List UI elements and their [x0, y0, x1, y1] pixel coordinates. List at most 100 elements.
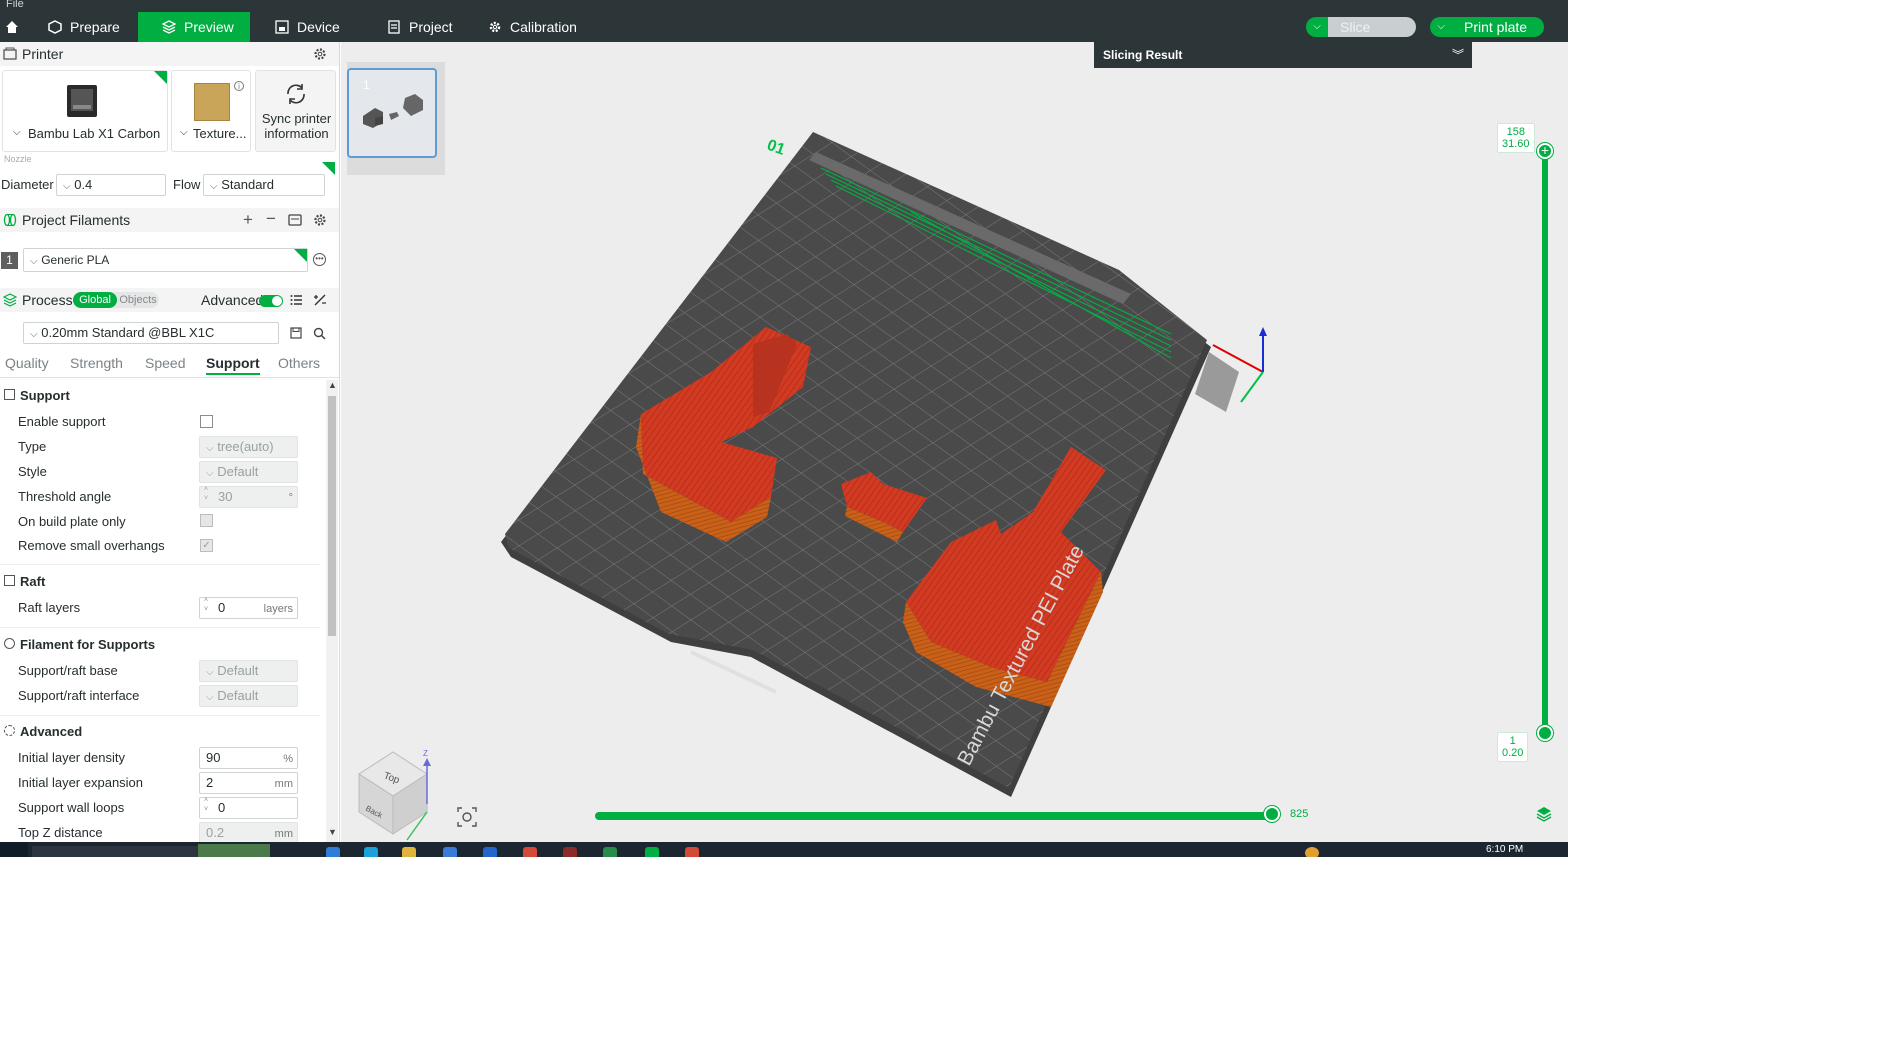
- tab-preview[interactable]: Preview: [138, 12, 250, 42]
- list-icon[interactable]: [290, 294, 303, 306]
- tab-quality[interactable]: Quality: [5, 355, 49, 371]
- tab-strength[interactable]: Strength: [70, 355, 123, 371]
- plate-type-selector[interactable]: i ⌵ Texture...: [171, 70, 251, 152]
- chevron-down-icon[interactable]: ⌵: [1430, 17, 1452, 37]
- tab-project[interactable]: Project: [377, 12, 477, 42]
- filament-select[interactable]: ⌵ Generic PLA: [23, 248, 308, 272]
- tab-label: Calibration: [510, 19, 577, 35]
- save-icon[interactable]: [290, 327, 302, 339]
- camera-reset-icon[interactable]: [456, 806, 478, 828]
- chevron-down-icon: ⌵: [30, 329, 38, 340]
- raft-layers-input[interactable]: ˄ ˅ 0 layers: [199, 597, 298, 619]
- layer-slider-track[interactable]: [1542, 149, 1548, 734]
- layer-top-readout: 158 31.60: [1497, 123, 1535, 153]
- tab-device[interactable]: Device: [265, 12, 365, 42]
- initial-layer-density-input[interactable]: 90 %: [199, 747, 298, 769]
- search-icon[interactable]: [313, 327, 326, 340]
- app-icon[interactable]: [685, 847, 699, 857]
- sync-label: Sync printer information: [261, 111, 332, 141]
- tab-label: Prepare: [70, 19, 120, 35]
- top-z-distance-input[interactable]: 0.2 mm: [199, 822, 298, 842]
- chevron-down-icon[interactable]: ⌵: [1306, 17, 1328, 37]
- weather-icon: [1305, 847, 1319, 857]
- edge-icon[interactable]: [364, 847, 378, 857]
- enable-support-label: Enable support: [18, 414, 106, 429]
- remove-icon[interactable]: −: [266, 207, 276, 231]
- tab-speed[interactable]: Speed: [145, 355, 185, 371]
- flow-select[interactable]: ⌵ Standard: [203, 174, 325, 196]
- support-base-value: Default: [217, 663, 259, 678]
- advanced-label: Advanced: [201, 292, 264, 308]
- threshold-angle-input[interactable]: ˄ ˅ 30 °: [199, 486, 298, 508]
- scrollbar-thumb[interactable]: [328, 396, 336, 636]
- layer-slider-top-handle[interactable]: +: [1537, 143, 1553, 159]
- support-wall-loops-input[interactable]: ˄ ˅ 0: [199, 797, 298, 819]
- spinner-icon[interactable]: ˄ ˅: [204, 796, 208, 814]
- printer-selector[interactable]: ⌵ Bambu Lab X1 Carbon: [2, 70, 168, 152]
- home-button[interactable]: [0, 12, 22, 42]
- left-sidebar: Printer ⌵ Bambu Lab X1 Carbon i ⌵ Textur…: [0, 42, 340, 842]
- more-icon[interactable]: •••: [313, 253, 326, 266]
- expand-icon[interactable]: ︾: [1452, 42, 1464, 68]
- support-type-select[interactable]: ⌵ tree(auto): [199, 436, 298, 458]
- layer-slider-bottom-handle[interactable]: [1537, 725, 1553, 741]
- slicing-result-panel[interactable]: Slicing Result ︾: [1094, 42, 1472, 68]
- objects-option[interactable]: Objects: [119, 292, 157, 308]
- compare-icon[interactable]: [313, 293, 327, 307]
- sync-printer-button[interactable]: Sync printer information: [255, 70, 336, 152]
- filament-settings-icon[interactable]: [288, 213, 302, 227]
- plate-thumbnail[interactable]: 1: [347, 68, 437, 158]
- remove-small-overhangs-checkbox[interactable]: ✓: [200, 539, 213, 552]
- scroll-up-icon[interactable]: ▲: [328, 380, 337, 390]
- chevron-down-icon: ⌵: [206, 667, 214, 678]
- chrome-icon[interactable]: [523, 847, 537, 857]
- tab-prepare[interactable]: Prepare: [38, 12, 138, 42]
- support-interface-select[interactable]: ⌵ Default: [199, 685, 298, 707]
- add-icon[interactable]: +: [243, 208, 253, 232]
- scroll-down-icon[interactable]: ▼: [328, 827, 337, 837]
- diameter-select[interactable]: ⌵ 0.4: [56, 174, 166, 196]
- app-icon[interactable]: [326, 847, 340, 857]
- taskbar-widget-image: [198, 844, 270, 857]
- chevron-down-icon: ⌵: [63, 181, 71, 192]
- process-preset-select[interactable]: ⌵ 0.20mm Standard @BBL X1C: [23, 322, 279, 344]
- slice-plate-button[interactable]: ⌵ Slice plate: [1306, 17, 1416, 55]
- divider: [0, 377, 339, 378]
- app-icon[interactable]: [603, 847, 617, 857]
- tab-others[interactable]: Others: [278, 355, 320, 371]
- advanced-toggle[interactable]: [259, 295, 283, 307]
- taskbar-search-box[interactable]: [32, 846, 198, 857]
- gear-icon[interactable]: [313, 47, 327, 61]
- print-plate-button[interactable]: ⌵ Print plate: [1430, 17, 1544, 37]
- bambu-studio-taskbar-icon[interactable]: [645, 847, 659, 857]
- spinner-icon[interactable]: ˄ ˅: [204, 596, 208, 614]
- process-icon: [3, 293, 17, 307]
- enable-support-checkbox[interactable]: [200, 415, 213, 428]
- view-cube[interactable]: Top Back Z: [353, 742, 438, 842]
- build-plate-only-checkbox[interactable]: [200, 514, 213, 527]
- support-style-select[interactable]: ⌵ Default: [199, 461, 298, 483]
- start-button[interactable]: [0, 842, 28, 857]
- folder-icon[interactable]: [402, 847, 416, 857]
- move-slider-track[interactable]: [595, 812, 1273, 820]
- tab-calibration[interactable]: Calibration: [478, 12, 588, 42]
- app-icon[interactable]: [483, 847, 497, 857]
- move-slider-handle[interactable]: [1264, 806, 1280, 822]
- global-objects-toggle[interactable]: Global Objects: [73, 292, 159, 308]
- gear-icon[interactable]: [313, 213, 327, 227]
- global-option[interactable]: Global: [73, 292, 117, 308]
- store-icon[interactable]: [443, 847, 457, 857]
- file-menu[interactable]: File: [6, 0, 24, 10]
- tab-support[interactable]: Support: [206, 355, 260, 375]
- layers-toggle-icon[interactable]: [1536, 806, 1552, 822]
- raft-layers-value: 0: [218, 600, 226, 615]
- settings-scrollbar[interactable]: ▲ ▼: [326, 380, 338, 842]
- app-icon[interactable]: [563, 847, 577, 857]
- initial-layer-expansion-input[interactable]: 2 mm: [199, 772, 298, 794]
- info-icon[interactable]: i: [234, 81, 244, 91]
- preview-viewport[interactable]: 1 Slicing Result ︾ 01 Bambu Textured PEI…: [341, 42, 1568, 842]
- remove-small-overhangs-label: Remove small overhangs: [18, 538, 165, 553]
- support-base-select[interactable]: ⌵ Default: [199, 660, 298, 682]
- spinner-icon[interactable]: ˄ ˅: [204, 485, 208, 503]
- filament-name: Generic PLA: [41, 253, 110, 267]
